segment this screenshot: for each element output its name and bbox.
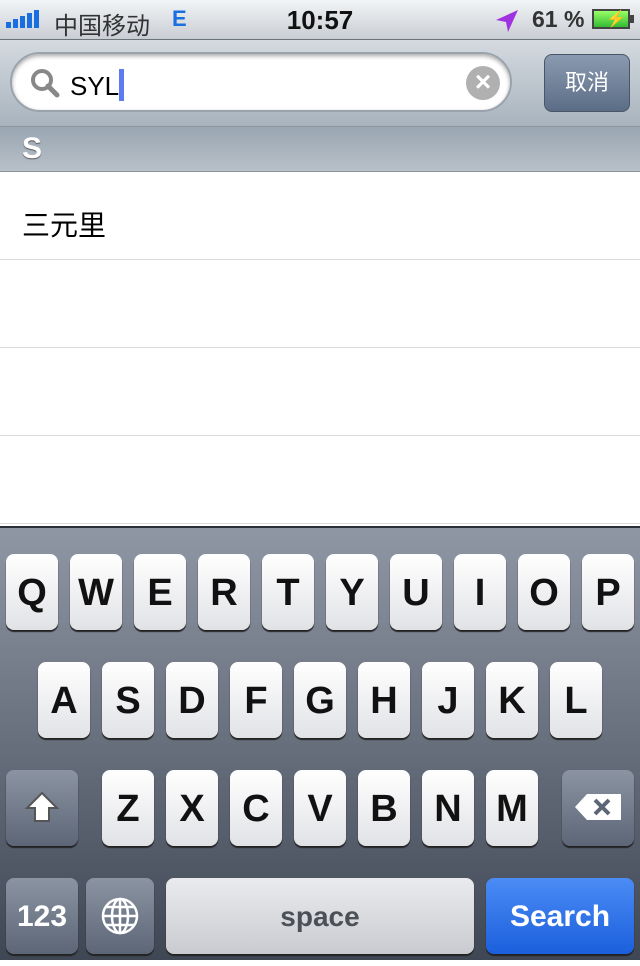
key-y[interactable]: Y [326, 554, 378, 630]
key-g[interactable]: G [294, 662, 346, 738]
search-icon [31, 69, 60, 98]
key-z[interactable]: Z [102, 770, 154, 846]
key-t[interactable]: T [262, 554, 314, 630]
key-u[interactable]: U [390, 554, 442, 630]
key-n[interactable]: N [422, 770, 474, 846]
search-key[interactable]: Search [486, 878, 634, 954]
key-j[interactable]: J [422, 662, 474, 738]
key-w[interactable]: W [70, 554, 122, 630]
key-i[interactable]: I [454, 554, 506, 630]
key-a[interactable]: A [38, 662, 90, 738]
key-p[interactable]: P [582, 554, 634, 630]
shift-key[interactable] [6, 770, 78, 846]
globe-icon [101, 897, 139, 935]
key-b[interactable]: B [358, 770, 410, 846]
search-input[interactable]: SYL × [10, 52, 512, 112]
key-v[interactable]: V [294, 770, 346, 846]
text-caret [119, 69, 125, 101]
empty-row [0, 436, 640, 524]
key-q[interactable]: Q [6, 554, 58, 630]
key-k[interactable]: K [486, 662, 538, 738]
search-value: SYL [70, 71, 120, 101]
key-o[interactable]: O [518, 554, 570, 630]
key-m[interactable]: M [486, 770, 538, 846]
key-d[interactable]: D [166, 662, 218, 738]
status-bar: 中国移动 E 10:57 61 % ⚡ [0, 0, 640, 40]
key-f[interactable]: F [230, 662, 282, 738]
key-e[interactable]: E [134, 554, 186, 630]
numbers-key[interactable]: 123 [6, 878, 78, 954]
battery-percent: 61 % [532, 6, 585, 32]
key-x[interactable]: X [166, 770, 218, 846]
section-header: S [0, 126, 640, 172]
cancel-button[interactable]: 取消 [544, 54, 630, 112]
clear-circle-icon[interactable]: × [466, 66, 500, 100]
key-h[interactable]: H [358, 662, 410, 738]
keyboard: 123 space Search QWERTYUIOP ASDFGHJKL ZXCV… [0, 526, 640, 960]
key-r[interactable]: R [198, 554, 250, 630]
location-arrow-icon [496, 10, 518, 32]
key-s[interactable]: S [102, 662, 154, 738]
search-bar: SYL × 取消 [0, 40, 640, 126]
key-c[interactable]: C [230, 770, 282, 846]
space-key[interactable]: space [166, 878, 474, 954]
empty-row [0, 348, 640, 436]
battery-charging-icon: ⚡ [592, 9, 634, 29]
empty-row [0, 260, 640, 348]
delete-key[interactable] [562, 770, 634, 846]
globe-key[interactable] [86, 878, 154, 954]
result-row[interactable]: 三元里 [0, 172, 640, 260]
key-l[interactable]: L [550, 662, 602, 738]
